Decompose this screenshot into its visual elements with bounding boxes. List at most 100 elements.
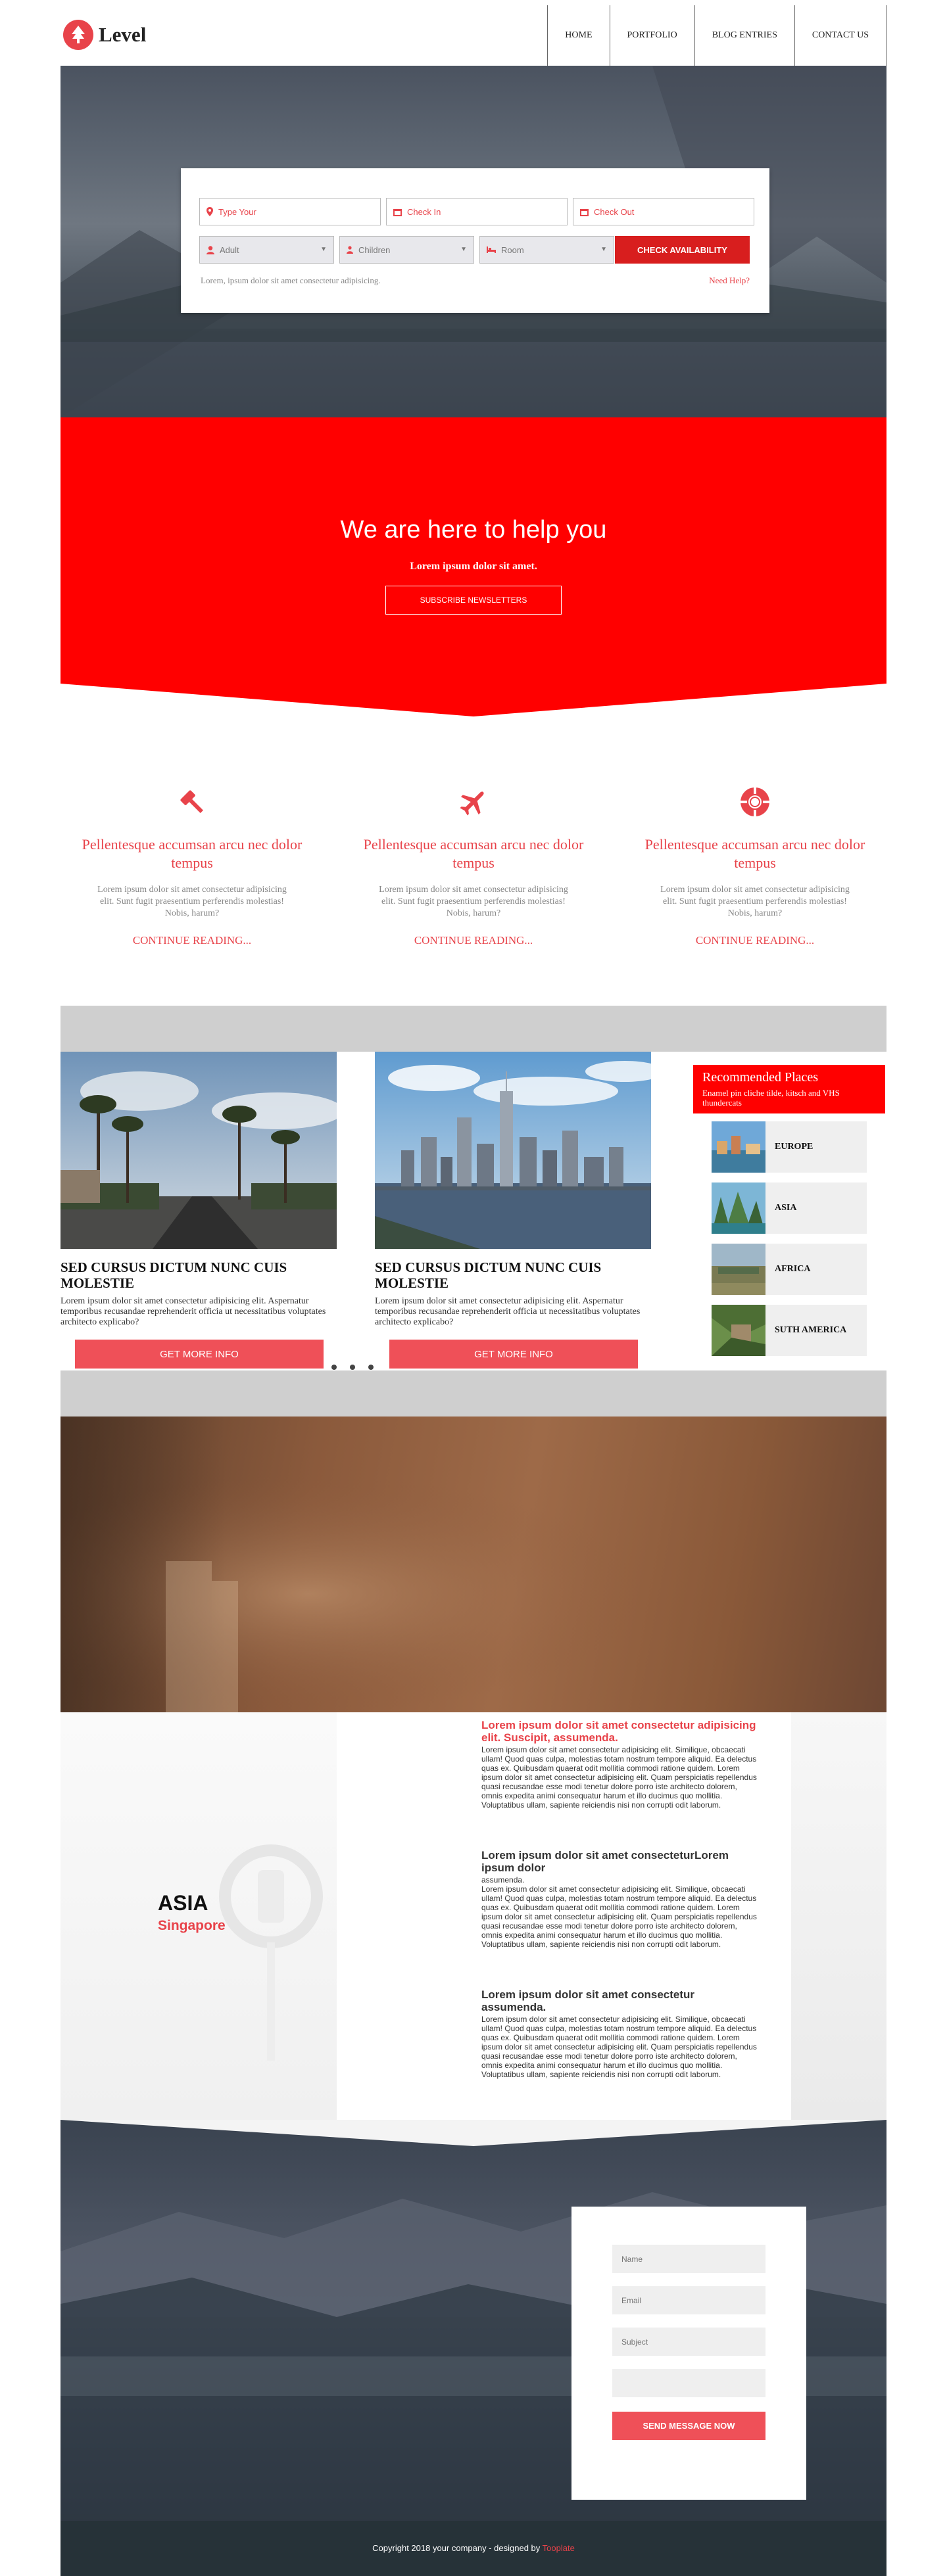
recommended-title: Recommended Places bbox=[702, 1070, 819, 1085]
children-select[interactable]: Children ▼ bbox=[339, 236, 474, 264]
asia-article: Lorem ipsum dolor sit amet consectetur a… bbox=[481, 1719, 758, 2119]
post-card: SED CURSUS DICTUM NUNC CUIS MOLESTIE Lor… bbox=[375, 1052, 651, 1369]
post-title: SED CURSUS DICTUM NUNC CUIS MOLESTIE bbox=[375, 1259, 602, 1291]
article-heading: Lorem ipsum dolor sit amet consectetur a… bbox=[481, 1988, 695, 2013]
recommended-item-asia[interactable]: ASIA bbox=[712, 1183, 867, 1234]
logo-text: Level bbox=[99, 23, 147, 46]
nav-home[interactable]: HOME bbox=[548, 5, 610, 66]
logo[interactable]: Level bbox=[63, 20, 146, 50]
band-title: We are here to help you bbox=[340, 516, 607, 544]
recommended-item-africa[interactable]: AFRICA bbox=[712, 1244, 867, 1295]
carousel-dots bbox=[331, 1365, 374, 1370]
copyright-text: Copyright 2018 your company - designed b… bbox=[372, 2543, 543, 2553]
article-block: Lorem ipsum dolor sit amet consectetur a… bbox=[481, 1719, 758, 1810]
carousel-dot[interactable] bbox=[368, 1365, 374, 1370]
page: Level HOME PORTFOLIO BLOG ENTRIES CONTAC… bbox=[0, 0, 947, 2576]
article-subheading: assumenda. bbox=[481, 1875, 525, 1885]
name-field[interactable] bbox=[612, 2245, 765, 2273]
palm-street-photo bbox=[61, 1052, 337, 1249]
checkout-input[interactable]: Check Out bbox=[573, 198, 754, 225]
feature-text: Lorem ipsum dolor sit amet consectetur a… bbox=[379, 885, 568, 918]
article-block: Lorem ipsum dolor sit amet consectetur a… bbox=[481, 1988, 758, 2079]
feature-card: Pellentesque accumsan arcu nec dolor tem… bbox=[61, 785, 324, 947]
asia-subtitle: Singapore bbox=[158, 1918, 226, 1933]
bed-icon bbox=[487, 246, 496, 253]
nav-portfolio[interactable]: PORTFOLIO bbox=[610, 5, 695, 66]
feature-title: Pellentesque accumsan arcu nec dolor tem… bbox=[644, 836, 865, 871]
europe-thumbnail bbox=[712, 1121, 765, 1173]
get-more-info-button[interactable]: GET MORE INFO bbox=[75, 1340, 324, 1369]
checkin-input[interactable]: Check In bbox=[386, 198, 568, 225]
south-america-thumbnail bbox=[712, 1305, 765, 1356]
recommended-header: Recommended Places Enamel pin cliche til… bbox=[693, 1065, 885, 1113]
blurred-photo-banner bbox=[61, 1417, 886, 1712]
posts-section: SED CURSUS DICTUM NUNC CUIS MOLESTIE Lor… bbox=[61, 1006, 886, 1417]
contact-form: SEND MESSAGE NOW bbox=[571, 2207, 806, 2500]
site-footer: Copyright 2018 your company - designed b… bbox=[61, 2521, 886, 2576]
nav-contact-us[interactable]: CONTACT US bbox=[795, 5, 886, 66]
calendar-icon bbox=[393, 208, 402, 216]
recommended-item-south-america[interactable]: SUTH AMERICA bbox=[712, 1305, 867, 1356]
article-text: Lorem ipsum dolor sit amet consectetur a… bbox=[481, 2015, 757, 2079]
city-skyline-photo bbox=[375, 1052, 651, 1249]
microphone-photo bbox=[61, 1712, 337, 2120]
article-heading: Lorem ipsum dolor sit amet consecteturLo… bbox=[481, 1849, 729, 1874]
need-help-link[interactable]: Need Help? bbox=[709, 275, 750, 286]
plane-icon bbox=[342, 785, 605, 818]
subject-field[interactable] bbox=[612, 2328, 765, 2356]
asia-title: ASIA bbox=[158, 1891, 208, 1915]
post-text: Lorem ipsum dolor sit amet consectetur a… bbox=[61, 1296, 326, 1327]
booking-form: Type Your Check In Check Out Adult ▼ Chi… bbox=[181, 168, 769, 313]
designer-link[interactable]: Tooplate bbox=[543, 2543, 575, 2553]
carousel-dot[interactable] bbox=[331, 1365, 337, 1370]
calendar-icon bbox=[580, 208, 589, 216]
main-nav: HOME PORTFOLIO BLOG ENTRIES CONTACT US bbox=[547, 5, 886, 66]
recommended-item-europe[interactable]: EUROPE bbox=[712, 1121, 867, 1173]
article-block: Lorem ipsum dolor sit amet consecteturLo… bbox=[481, 1849, 758, 1949]
hero-section: Type Your Check In Check Out Adult ▼ Chi… bbox=[61, 66, 886, 417]
feature-text: Lorem ipsum dolor sit amet consectetur a… bbox=[97, 885, 287, 918]
tree-icon bbox=[63, 20, 93, 50]
message-field[interactable] bbox=[612, 2369, 765, 2397]
recommended-subtitle: Enamel pin cliche tilde, kitsch and VHS … bbox=[702, 1088, 840, 1108]
article-heading: Lorem ipsum dolor sit amet consectetur a… bbox=[481, 1719, 756, 1744]
continue-reading-link[interactable]: CONTINUE READING... bbox=[623, 934, 886, 947]
article-text: Lorem ipsum dolor sit amet consectetur a… bbox=[481, 1885, 757, 1949]
email-field[interactable] bbox=[612, 2286, 765, 2314]
africa-thumbnail bbox=[712, 1244, 765, 1295]
user-icon bbox=[206, 245, 214, 254]
chevron-down-icon: ▼ bbox=[320, 246, 327, 253]
features-section: Pellentesque accumsan arcu nec dolor tem… bbox=[61, 785, 886, 956]
feature-text: Lorem ipsum dolor sit amet consectetur a… bbox=[660, 885, 850, 918]
post-title: SED CURSUS DICTUM NUNC CUIS MOLESTIE bbox=[61, 1259, 287, 1291]
gavel-icon bbox=[61, 785, 324, 818]
send-message-button[interactable]: SEND MESSAGE NOW bbox=[612, 2412, 765, 2440]
feature-title: Pellentesque accumsan arcu nec dolor tem… bbox=[363, 836, 584, 871]
feature-card: Pellentesque accumsan arcu nec dolor tem… bbox=[342, 785, 605, 947]
room-select[interactable]: Room ▼ bbox=[479, 236, 614, 264]
carousel-dot[interactable] bbox=[350, 1365, 355, 1370]
adult-select[interactable]: Adult ▼ bbox=[199, 236, 334, 264]
child-icon bbox=[347, 246, 353, 254]
asia-section: ASIA Singapore Lorem ipsum dolor sit ame… bbox=[61, 1712, 886, 2120]
band-subtitle: Lorem ipsum dolor sit amet. bbox=[410, 561, 537, 572]
get-more-info-button[interactable]: GET MORE INFO bbox=[389, 1340, 638, 1369]
continue-reading-link[interactable]: CONTINUE READING... bbox=[342, 934, 605, 947]
subscribe-newsletters-button[interactable]: SUBSCRIBE NEWSLETTERS bbox=[385, 586, 562, 615]
location-input[interactable]: Type Your bbox=[199, 198, 381, 225]
lifebuoy-icon bbox=[623, 785, 886, 818]
side-photo bbox=[791, 1712, 886, 2120]
asia-thumbnail bbox=[712, 1183, 765, 1234]
blurred-photo bbox=[61, 1417, 886, 1712]
post-card: SED CURSUS DICTUM NUNC CUIS MOLESTIE Lor… bbox=[61, 1052, 337, 1369]
article-text: Lorem ipsum dolor sit amet consectetur a… bbox=[481, 1745, 757, 1810]
nav-blog-entries[interactable]: BLOG ENTRIES bbox=[695, 5, 795, 66]
booking-note: Lorem, ipsum dolor sit amet consectetur … bbox=[201, 275, 381, 285]
chevron-down-icon: ▼ bbox=[460, 246, 467, 253]
feature-card: Pellentesque accumsan arcu nec dolor tem… bbox=[623, 785, 886, 947]
continue-reading-link[interactable]: CONTINUE READING... bbox=[61, 934, 324, 947]
chevron-down-icon: ▼ bbox=[600, 246, 607, 253]
help-band: We are here to help you Lorem ipsum dolo… bbox=[61, 417, 886, 716]
check-availability-button[interactable]: CHECK AVAILABILITY bbox=[615, 236, 750, 264]
site-header: Level HOME PORTFOLIO BLOG ENTRIES CONTAC… bbox=[61, 0, 886, 66]
